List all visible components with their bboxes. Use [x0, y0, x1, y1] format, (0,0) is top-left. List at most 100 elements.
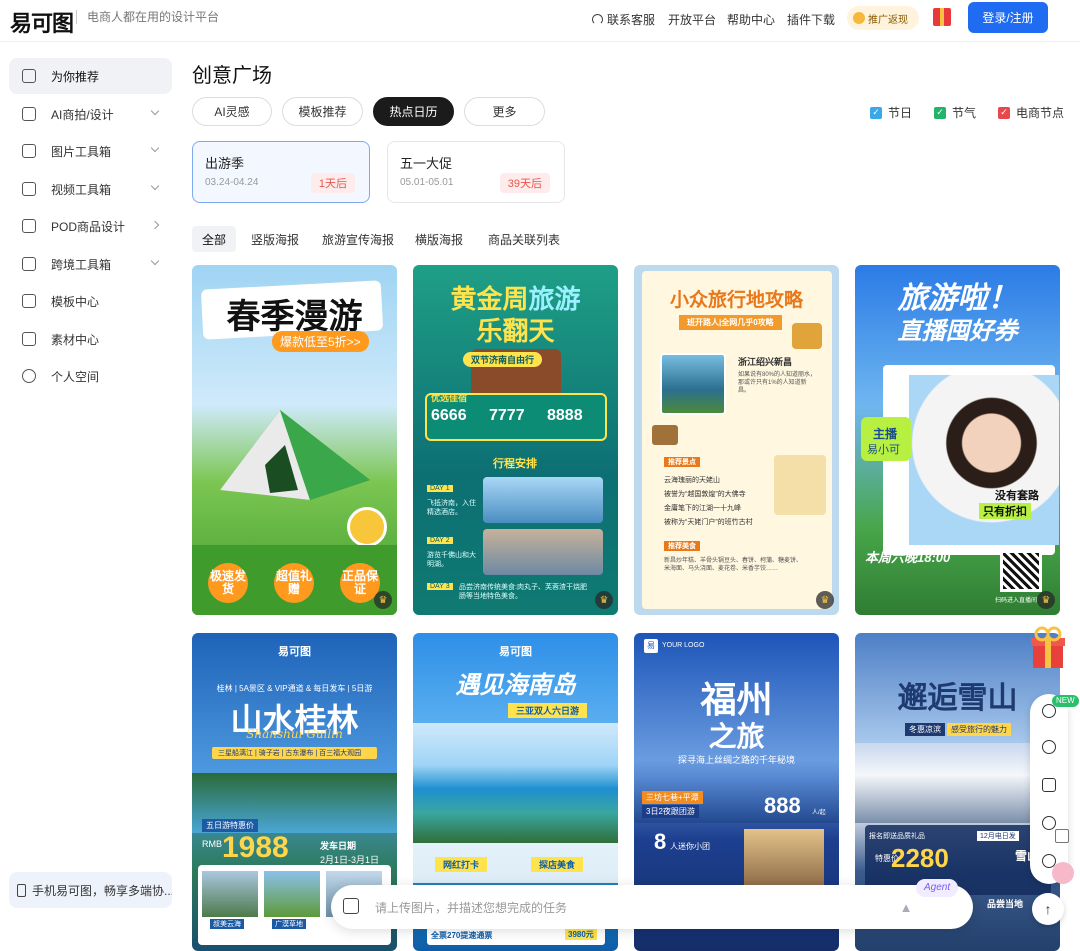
image-tools-icon — [22, 144, 36, 158]
poster-title-2: 直播囤好券 — [897, 316, 1018, 345]
template-card[interactable]: 黄金周旅游 乐翻天 双节济南自由行 优选佳宿 6666 7777 8888 行程… — [413, 265, 618, 615]
crown-icon: ♛ — [374, 591, 392, 609]
nav-help-center[interactable]: 帮助中心 — [727, 11, 775, 28]
sidebar-item-materials[interactable]: 素材中心 — [9, 321, 172, 357]
event-card-travel-season[interactable]: 出游季 03.24-04.24 1天后 — [192, 141, 370, 203]
crossborder-icon — [22, 257, 36, 271]
poster-title-2: 乐翻天 — [476, 317, 555, 347]
upload-image-icon[interactable] — [343, 898, 359, 914]
chevron-down-icon — [150, 256, 160, 266]
beach-image — [413, 723, 618, 843]
clock-icon — [347, 507, 387, 547]
phone-icon — [17, 883, 26, 897]
chevron-down-icon — [150, 181, 160, 191]
event-card-may-day[interactable]: 五一大促 05.01-05.01 39天后 — [387, 141, 565, 203]
logo-icon: 易 — [644, 639, 658, 653]
poster-title-2: 之旅 — [708, 720, 765, 753]
subtab-travel-poster[interactable]: 旅游宣传海报 — [312, 226, 404, 252]
tab-more[interactable]: 更多 — [464, 97, 545, 126]
subtab-product-list[interactable]: 商品关联列表 — [478, 226, 570, 252]
scenic-image — [483, 529, 603, 575]
chevron-right-icon — [150, 220, 160, 230]
template-card[interactable]: 春季漫游 爆款低至5折>> 极速发货 超值礼赠 正品保证 ♛ — [192, 265, 397, 615]
floating-toolbar — [1030, 694, 1068, 884]
sidebar-item-personal[interactable]: 个人空间 — [9, 358, 172, 394]
agent-badge: Agent — [916, 879, 959, 897]
checkbox-checked-icon: ✓ — [870, 106, 882, 119]
subtab-horizontal-poster[interactable]: 横版海报 — [405, 226, 473, 252]
countdown-badge: 39天后 — [499, 173, 550, 193]
nav-plugin-download[interactable]: 插件下载 — [787, 11, 835, 28]
subtab-vertical-poster[interactable]: 竖版海报 — [241, 226, 309, 252]
promo-button[interactable]: 推广返现 — [847, 6, 919, 30]
tab-ai-inspiration[interactable]: AI灵感 — [192, 97, 272, 126]
sidebar: 为你推荐 AI商拍/设计 图片工具箱 视频工具箱 POD商品设计 跨境工具箱 模… — [0, 42, 182, 951]
subtab-all[interactable]: 全部 — [192, 226, 237, 252]
gift-icon[interactable] — [933, 8, 951, 26]
checkbox-checked-icon: ✓ — [998, 106, 1010, 119]
agent-input[interactable]: 请上传图片，并描述您想完成的任务 — [375, 899, 567, 916]
edit-doc-icon[interactable] — [1042, 778, 1056, 792]
crown-icon: ♛ — [1037, 591, 1055, 609]
badge-gift: 超值礼赠 — [274, 563, 314, 603]
filter-ecommerce[interactable]: ✓ 电商节点 — [998, 104, 1064, 121]
chevron-down-icon — [150, 106, 160, 116]
landscape-image — [660, 353, 726, 415]
map-scroll-icon — [774, 455, 826, 515]
crown-icon: ♛ — [816, 591, 834, 609]
sidebar-item-templates[interactable]: 模板中心 — [9, 283, 172, 319]
top-header: 易可图 电商人都在用的设计平台 联系客服 开放平台 帮助中心 插件下载 推广返现… — [0, 0, 1080, 42]
page-title: 创意广场 — [192, 65, 272, 87]
tab-hot-calendar[interactable]: 热点日历 — [373, 97, 454, 126]
camera-icon — [792, 323, 822, 349]
price: 888 — [764, 793, 801, 818]
poster-title: 遇见海南岛 — [455, 670, 576, 699]
poster-title: 小众旅行地攻略 — [669, 289, 803, 311]
nav-open-platform[interactable]: 开放平台 — [668, 11, 716, 28]
chevron-down-icon — [150, 143, 160, 153]
template-card[interactable]: 小众旅行地攻略 班开路人|全网几乎0攻略 浙江绍兴新昌 如果说有80%的人知道丽… — [634, 265, 839, 615]
poster-tag: 爆款低至5折>> — [272, 331, 369, 352]
poster-subtitle: 双节济南自由行 — [463, 352, 543, 367]
new-badge: NEW — [1052, 695, 1079, 707]
filter-solar-term[interactable]: ✓ 节气 — [934, 104, 976, 121]
poster-subtitle: 班开路人|全网几乎0攻略 — [679, 315, 782, 330]
poster-subtitle: 三亚双人六日游 — [508, 703, 588, 718]
scenic-thumb — [202, 871, 258, 917]
home-icon — [22, 69, 36, 83]
qrcode-icon[interactable] — [1055, 829, 1069, 843]
sidebar-item-recommend[interactable]: 为你推荐 — [9, 58, 172, 94]
coin-icon — [853, 12, 865, 24]
nav-contact[interactable]: 联系客服 — [592, 11, 655, 28]
template-icon — [22, 294, 36, 308]
sidebar-item-ai[interactable]: AI商拍/设计 — [9, 96, 172, 132]
headset-icon — [592, 14, 603, 25]
help-icon[interactable] — [1042, 816, 1056, 830]
hotel-image — [483, 477, 603, 523]
send-icon[interactable]: ▲ — [894, 895, 918, 919]
gift-box-icon[interactable] — [1028, 624, 1068, 670]
sidebar-item-pod[interactable]: POD商品设计 — [9, 208, 172, 244]
sidebar-item-image-tools[interactable]: 图片工具箱 — [9, 133, 172, 169]
tent-image — [210, 395, 380, 505]
sidebar-item-video-tools[interactable]: 视频工具箱 — [9, 171, 172, 207]
yuan-icon[interactable] — [1042, 740, 1056, 754]
crown-icon: ♛ — [595, 591, 613, 609]
sidebar-item-crossborder[interactable]: 跨境工具箱 — [9, 246, 172, 282]
checkbox-checked-icon: ✓ — [934, 106, 946, 119]
avatar[interactable] — [1052, 862, 1074, 884]
pod-icon — [22, 219, 36, 233]
mobile-app-banner[interactable]: 手机易可图，畅享多端协... — [9, 872, 172, 908]
brand-logo: 易可图 — [278, 646, 311, 658]
tab-template-recommend[interactable]: 模板推荐 — [282, 97, 363, 126]
app-logo[interactable]: 易可图 — [10, 6, 74, 38]
template-card[interactable]: 旅游啦！ 直播囤好券 主播 易小可 没有套路 只有折扣 本周六晚18:00 扫码… — [855, 265, 1060, 615]
login-button[interactable]: 登录/注册 — [968, 2, 1048, 33]
badge-fast-shipping: 极速发货 — [208, 563, 248, 603]
scenic-thumb — [264, 871, 320, 917]
material-icon — [22, 332, 36, 346]
ai-icon — [22, 107, 36, 121]
price: 1988 — [222, 831, 289, 864]
back-to-top-button[interactable]: ↑ — [1032, 893, 1064, 925]
filter-festival[interactable]: ✓ 节日 — [870, 104, 912, 121]
